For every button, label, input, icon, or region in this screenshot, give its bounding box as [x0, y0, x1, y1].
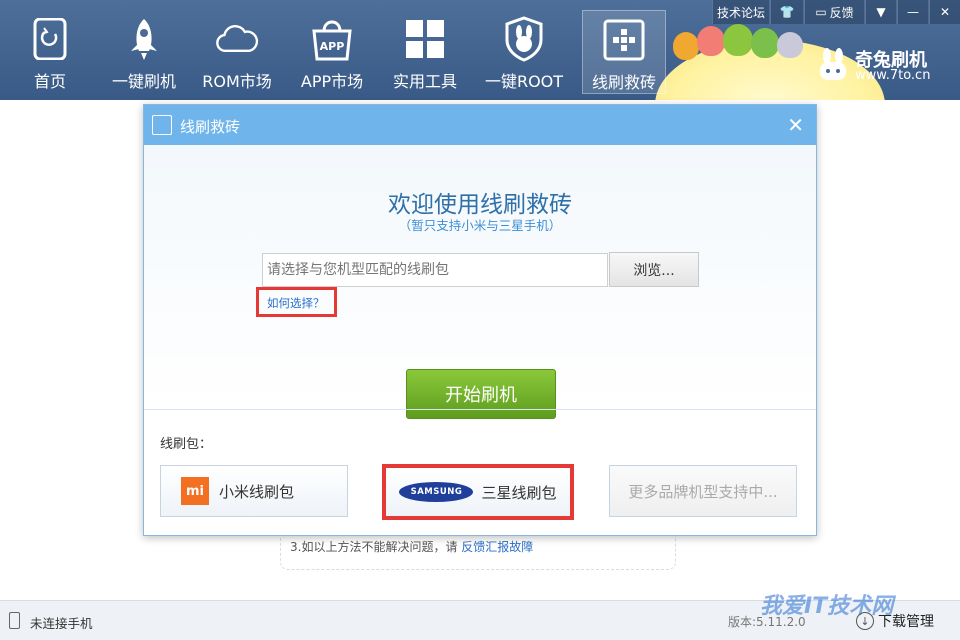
grid-icon	[403, 16, 447, 62]
nav-label: APP市场	[300, 72, 364, 91]
nav-one-click-root[interactable]: 一键ROOT	[479, 10, 569, 94]
samsung-package-label: 三星线刷包	[481, 483, 557, 502]
svg-text:APP: APP	[320, 40, 345, 53]
report-issue-link[interactable]: 反馈汇报故障	[461, 540, 533, 554]
phone-icon	[9, 612, 20, 629]
dialog-title: 线刷救砖	[180, 118, 241, 136]
close-icon: ✕	[939, 5, 951, 19]
watermark: 我爱IT技术网	[760, 594, 894, 619]
top-nav-bar: 首页 一键刷机 ROM市场 APP APP市场 实用工具 一键ROOT 线刷救砖…	[0, 0, 960, 100]
tip-label: 3.如以上方法不能解决问题，请	[290, 540, 458, 554]
nav-label: ROM市场	[202, 72, 272, 91]
nav-tools[interactable]: 实用工具	[380, 10, 470, 94]
forum-label: 技术论坛	[716, 5, 765, 20]
dialog-close-icon[interactable]: ✕	[787, 113, 804, 137]
skin-button[interactable]: 👕	[770, 0, 803, 24]
minimize-button[interactable]: —	[897, 0, 928, 24]
rocket-icon	[122, 16, 166, 62]
nav-label: 实用工具	[392, 72, 457, 91]
nav-line-flash-rescue[interactable]: 线刷救砖	[582, 10, 666, 94]
how-to-choose-link[interactable]: 如何选择？	[256, 287, 337, 317]
menu-dropdown-button[interactable]: ▼	[865, 0, 896, 24]
more-brands-label: 更多品牌机型支持中...	[628, 482, 778, 501]
brand-logo: 奇兔刷机 www.7to.cn	[815, 44, 955, 90]
dialog-header: 线刷救砖 ✕	[144, 105, 816, 145]
app-bag-icon: APP	[310, 16, 354, 62]
xiaomi-logo-icon: mi	[181, 477, 209, 505]
forum-link[interactable]: 技术论坛	[712, 0, 769, 24]
home-icon	[28, 16, 72, 62]
xiaomi-package-button[interactable]: mi 小米线刷包	[160, 465, 348, 517]
rabbit-logo-icon	[820, 48, 846, 80]
browse-button[interactable]: 浏览...	[609, 252, 699, 287]
brand-url: www.7to.cn	[855, 68, 931, 83]
plus-box-icon	[602, 17, 646, 63]
xiaomi-package-label: 小米线刷包	[219, 482, 295, 501]
tshirt-icon: 👕	[779, 5, 795, 19]
nav-label: 一键ROOT	[484, 72, 564, 91]
nav-home[interactable]: 首页	[5, 10, 95, 94]
samsung-logo-icon: SAMSUNG	[399, 482, 474, 502]
nav-rom-market[interactable]: ROM市场	[192, 10, 282, 94]
connection-status: 未连接手机	[30, 616, 93, 631]
minimize-icon: —	[907, 5, 919, 19]
start-flash-button[interactable]: 开始刷机	[406, 369, 556, 419]
welcome-heading: 欢迎使用线刷救砖	[388, 192, 572, 218]
nav-app-market[interactable]: APP APP市场	[287, 10, 377, 94]
support-note: （暂只支持小米与三星手机）	[398, 218, 562, 233]
packages-label: 线刷包：	[160, 437, 213, 452]
samsung-package-button[interactable]: SAMSUNG 三星线刷包	[382, 464, 574, 520]
cloud-icon	[215, 16, 259, 62]
tip-text: 3.如以上方法不能解决问题，请 反馈汇报故障	[290, 538, 533, 555]
nav-label: 首页	[33, 72, 66, 91]
feedback-label: 反馈	[829, 5, 854, 20]
line-flash-dialog: 线刷救砖 ✕ 欢迎使用线刷救砖 （暂只支持小米与三星手机） 浏览... 如何选择…	[143, 104, 817, 536]
feedback-button[interactable]: ▭ 反馈	[804, 0, 864, 24]
divider	[144, 409, 816, 410]
plus-box-icon	[152, 115, 172, 135]
more-brands-button[interactable]: 更多品牌机型支持中...	[609, 465, 797, 517]
dialog-body: 欢迎使用线刷救砖 （暂只支持小米与三星手机） 浏览... 如何选择？ 开始刷机	[144, 145, 816, 419]
nav-label: 一键刷机	[111, 72, 176, 91]
rabbit-shield-icon	[502, 16, 546, 62]
package-path-input[interactable]	[262, 253, 608, 287]
chat-bubble-icon: ▭	[815, 5, 827, 19]
nav-label: 线刷救砖	[591, 73, 656, 92]
chevron-down-icon: ▼	[876, 5, 886, 19]
nav-one-click-flash[interactable]: 一键刷机	[99, 10, 189, 94]
close-window-button[interactable]: ✕	[929, 0, 960, 24]
